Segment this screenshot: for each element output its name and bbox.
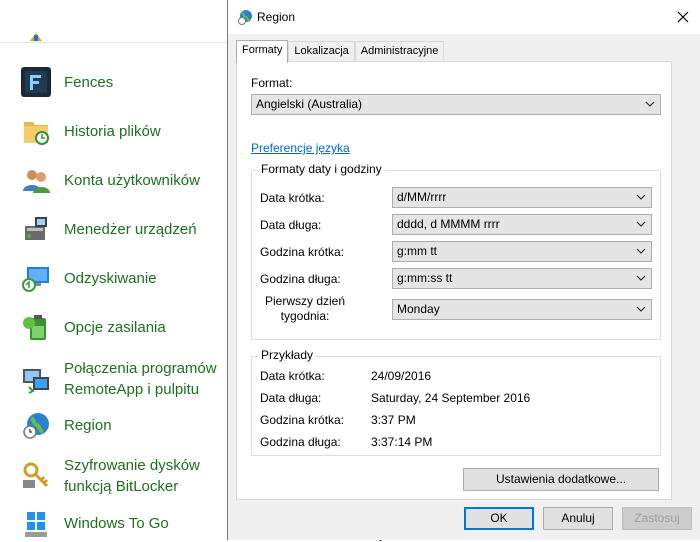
region-globe-icon	[237, 9, 253, 25]
tab-lokalizacja[interactable]: Lokalizacja	[288, 41, 355, 62]
close-button[interactable]	[666, 0, 700, 34]
separator	[0, 42, 240, 43]
short-time-value: g:mm tt	[397, 244, 438, 258]
long-time-label: Godzina długa:	[260, 272, 341, 286]
device-manager-icon	[20, 213, 52, 245]
fences-icon	[20, 66, 52, 98]
group-title: Przykłady	[258, 348, 317, 362]
cp-item-windows-to-go[interactable]: Windows To Go	[20, 507, 169, 539]
cp-item-recovery[interactable]: Odzyskiwanie	[20, 262, 157, 294]
windows-to-go-icon	[20, 507, 52, 539]
cp-item-label: Szyfrowanie dysków funkcją BitLocker	[64, 457, 200, 495]
language-preferences-link[interactable]: Preferencje języka	[251, 141, 350, 155]
long-time-value: g:mm:ss tt	[397, 271, 453, 285]
cp-item-power-options[interactable]: Opcje zasilania	[20, 311, 166, 343]
cp-item-device-manager[interactable]: Menedżer urządzeń	[20, 213, 197, 245]
additional-settings-button[interactable]: Ustawienia dodatkowe...	[463, 468, 659, 491]
example-long-time-label: Godzina długa:	[260, 435, 341, 449]
ok-button[interactable]: OK	[464, 507, 534, 530]
chevron-down-icon	[636, 275, 646, 281]
chevron-down-icon	[645, 101, 655, 107]
cp-item-label: Odzyskiwanie	[64, 269, 157, 287]
format-dropdown-value: Angielski (Australia)	[256, 97, 363, 111]
tab-administracyjne[interactable]: Administracyjne	[354, 41, 445, 62]
example-long-time-value: 3:37:14 PM	[371, 435, 433, 449]
cp-item-user-accounts[interactable]: Konta użytkowników	[20, 164, 200, 196]
region-dialog: Region Formaty Lokalizacja Administracyj…	[227, 0, 700, 540]
example-short-time-label: Godzina krótka:	[260, 413, 345, 427]
title-bar: Region	[228, 0, 700, 34]
dialog-title: Region	[257, 10, 296, 24]
cp-item-label: Historia plików	[64, 122, 161, 140]
cp-item-remoteapp[interactable]: Połączenia programów RemoteApp i pulpitu	[20, 358, 224, 400]
cp-item-region[interactable]: Region	[20, 409, 112, 441]
long-time-dropdown[interactable]: g:mm:ss tt	[392, 268, 652, 289]
cp-item-label: Opcje zasilania	[64, 318, 166, 336]
chevron-down-icon	[636, 221, 646, 227]
short-date-label: Data krótka:	[260, 191, 325, 205]
examples-group: Przykłady Data krótka: 24/09/2016 Data d…	[251, 348, 661, 456]
group-title: Formaty daty i godziny	[258, 162, 385, 176]
first-day-label-line1: Pierwszy dzień	[264, 294, 346, 308]
first-day-value: Monday	[397, 302, 440, 316]
datetime-formats-group: Formaty daty i godziny Data krótka: d/MM…	[251, 162, 661, 340]
chevron-down-icon	[636, 248, 646, 254]
cp-item-file-history[interactable]: Historia plików	[20, 115, 161, 147]
short-time-label: Godzina krótka:	[260, 245, 345, 259]
example-long-date-label: Data długa:	[260, 391, 322, 405]
short-date-value: d/MM/rrrr	[397, 190, 447, 204]
chevron-down-icon	[636, 194, 646, 200]
power-options-icon	[20, 311, 52, 343]
apply-button[interactable]: Zastosuj	[622, 507, 692, 530]
cp-item-label: Połączenia programów RemoteApp i pulpitu	[64, 360, 217, 398]
cp-item-label: Konta użytkowników	[64, 171, 200, 189]
cp-item-bitlocker[interactable]: Szyfrowanie dysków funkcją BitLocker	[20, 455, 224, 497]
tab-strip: Formaty Lokalizacja Administracyjne	[236, 40, 445, 63]
control-panel-list: Fences Historia plików Konta użytkownikó…	[0, 0, 240, 540]
close-icon	[677, 11, 689, 23]
long-date-value: dddd, d MMMM rrrr	[397, 217, 500, 231]
format-label: Format:	[251, 76, 293, 90]
short-time-dropdown[interactable]: g:mm tt	[392, 241, 652, 262]
first-day-dropdown[interactable]: Monday	[392, 299, 652, 320]
cp-item-label: Region	[64, 416, 112, 434]
cp-item-fences[interactable]: Fences	[20, 66, 113, 98]
example-short-date-value: 24/09/2016	[371, 369, 432, 383]
cancel-button[interactable]: Anuluj	[543, 507, 613, 530]
recovery-icon	[20, 262, 52, 294]
cp-item-label: Fences	[64, 73, 114, 91]
first-day-label: Pierwszy dzień tygodnia:	[260, 294, 350, 324]
cp-item-label: Windows To Go	[64, 514, 169, 532]
format-dropdown[interactable]: Angielski (Australia)	[251, 94, 661, 115]
example-short-time-value: 3:37 PM	[371, 413, 416, 427]
short-date-dropdown[interactable]: d/MM/rrrr	[392, 187, 652, 208]
tab-formaty[interactable]: Formaty	[236, 40, 289, 63]
partial-top-icon	[28, 30, 44, 41]
example-short-date-label: Data krótka:	[260, 369, 325, 383]
cp-item-label: Menedżer urządzeń	[64, 220, 197, 238]
first-day-label-line2: tygodnia:	[280, 309, 330, 323]
formats-tab-panel: Format: Angielski (Australia) Preferencj…	[236, 61, 672, 500]
bitlocker-icon	[20, 459, 52, 491]
example-long-date-value: Saturday, 24 September 2016	[371, 391, 531, 405]
remoteapp-icon	[20, 364, 52, 396]
region-globe-icon	[20, 409, 52, 441]
file-history-icon	[20, 115, 52, 147]
long-date-dropdown[interactable]: dddd, d MMMM rrrr	[392, 214, 652, 235]
chevron-down-icon	[636, 306, 646, 312]
long-date-label: Data długa:	[260, 218, 322, 232]
user-accounts-icon	[20, 164, 52, 196]
